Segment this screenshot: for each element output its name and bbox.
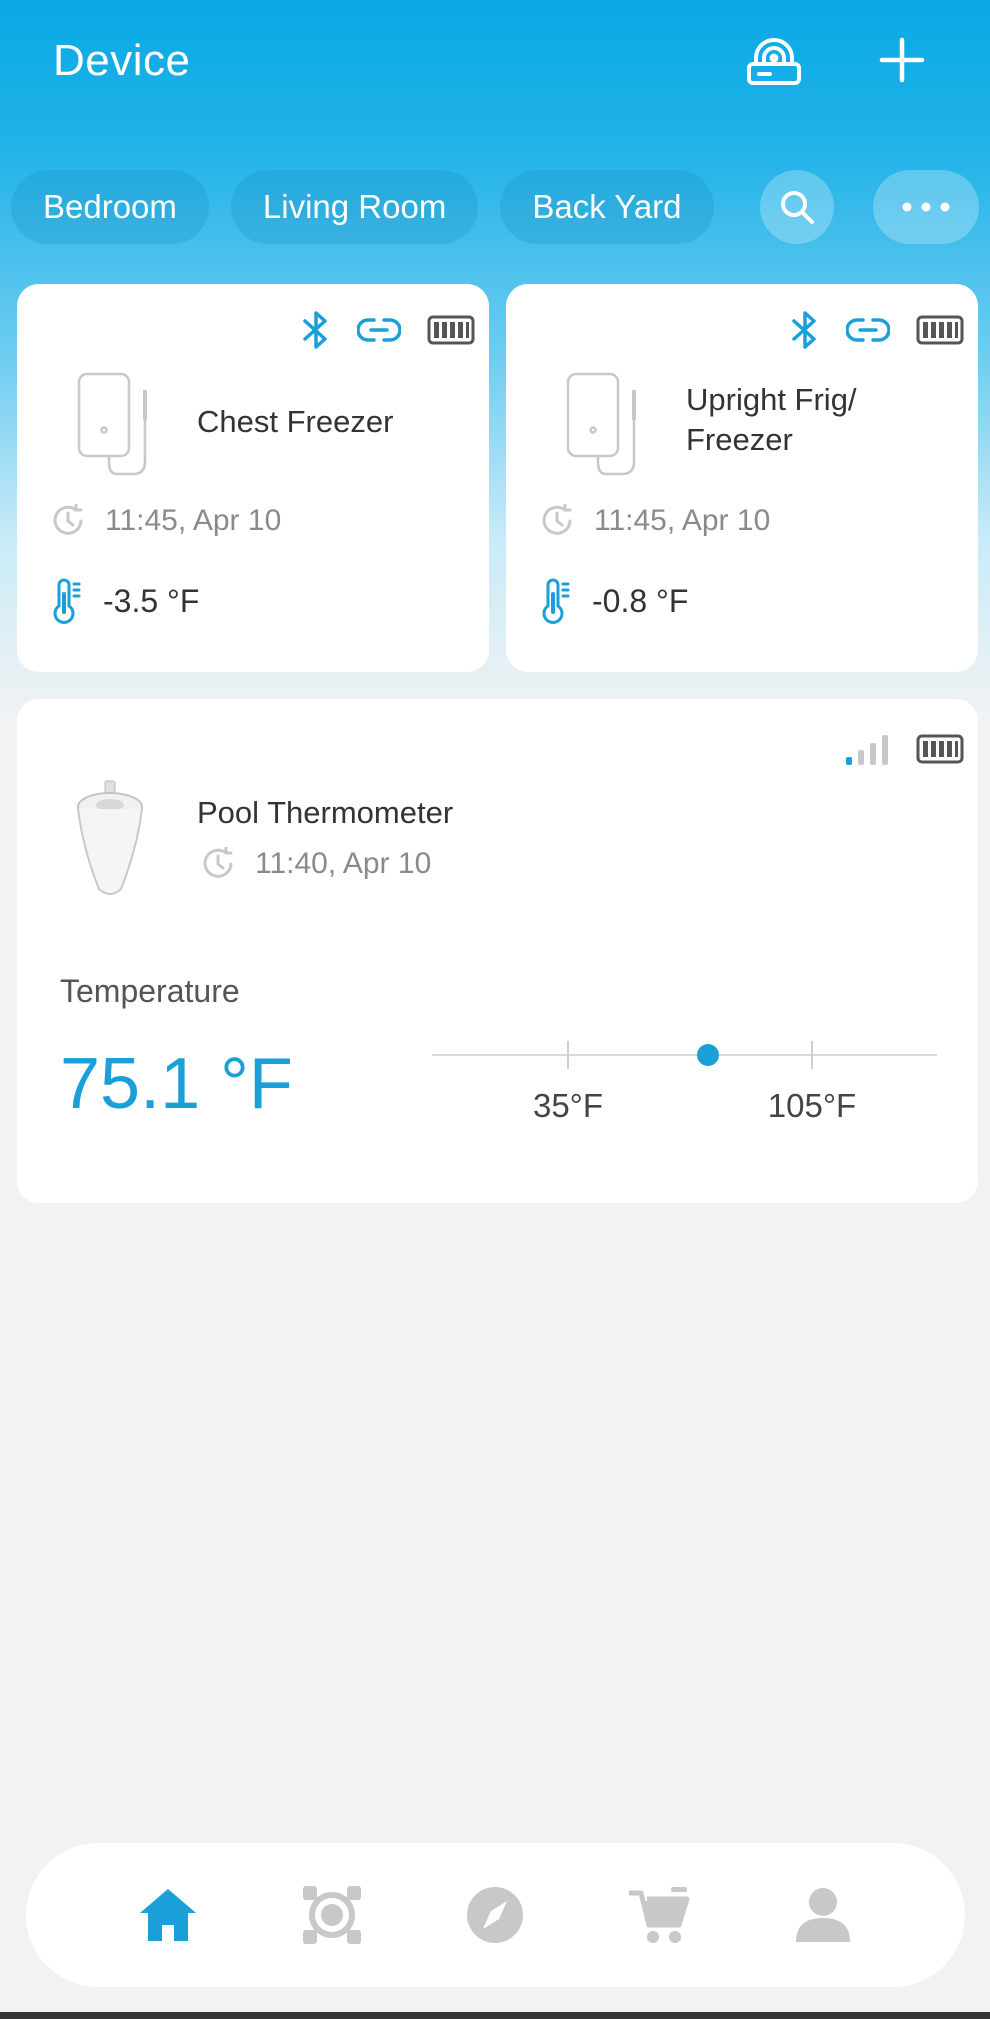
battery-icon [916,733,964,765]
cart-icon [629,1887,690,1943]
device-card-upright-freezer[interactable]: Upright Frig/ Freezer 11:45, Apr 10 -0.8… [506,284,978,672]
temperature-value: 75.1 °F [60,1044,293,1124]
plus-icon [879,37,925,83]
temperature-range: 35°F 105°F [432,1019,952,1139]
sensor-image [564,370,644,485]
bottom-navigation [26,1843,965,1987]
tab-living-room[interactable]: Living Room [230,170,479,244]
device-card-chest-freezer[interactable]: Chest Freezer 11:45, Apr 10 -3.5 °F [17,284,489,672]
profile-icon [796,1888,851,1942]
last-update-time: 11:45, Apr 10 [105,504,282,537]
range-low-tick [567,1041,569,1069]
status-icons [275,310,475,350]
home-icon [139,1889,196,1941]
clock-icon [203,847,233,878]
temperature-row: -0.8 °F [540,578,688,624]
search-icon [781,191,814,224]
tab-bedroom[interactable]: Bedroom [11,170,209,244]
search-button[interactable] [760,170,834,244]
temperature-row: -3.5 °F [51,578,199,624]
range-high-label: 105°F [767,1087,857,1124]
more-dots-icon [902,202,950,212]
last-update-time: 11:40, Apr 10 [255,847,432,880]
device-name-line2: Freezer [686,422,793,457]
tab-back-yard[interactable]: Back Yard [500,170,714,244]
signal-icon [844,733,890,765]
add-device-button[interactable] [862,24,942,96]
device-name: Upright Frig/ Freezer [686,380,857,460]
nav-shop[interactable] [614,1870,704,1960]
battery-icon [916,314,964,346]
status-icons [764,310,964,350]
room-tabs: Bedroom Living Room Back Yard [11,170,736,244]
device-name: Pool Thermometer [197,795,454,830]
last-update-time: 11:45, Apr 10 [594,504,771,537]
bluetooth-icon [301,310,331,350]
range-low-label: 35°F [532,1087,604,1124]
scan-icon [302,1886,361,1944]
device-name-line1: Upright Frig/ [686,382,857,417]
bluetooth-icon [790,310,820,350]
gateway-icon [747,38,801,85]
nav-profile[interactable] [778,1870,868,1960]
gateway-button[interactable] [734,24,814,96]
thermometer-icon [53,578,81,624]
more-button[interactable] [873,170,979,244]
range-high-tick [811,1041,813,1069]
current-reading-marker [696,1044,719,1066]
link-icon [846,315,890,345]
temperature-value: -3.5 °F [103,582,200,619]
clock-icon [53,504,83,535]
temperature-label: Temperature [60,973,240,1009]
link-icon [357,315,401,345]
last-update-row: 11:40, Apr 10 [201,847,431,881]
device-card-pool-thermometer[interactable]: Pool Thermometer 11:40, Apr 10 Temperatu… [17,699,978,1203]
temperature-value: -0.8 °F [592,582,689,619]
discover-icon [467,1887,524,1943]
page-title: Device [53,36,191,85]
battery-icon [427,314,475,346]
nav-scan[interactable] [287,1870,377,1960]
pool-thermometer-image [69,779,153,904]
device-name: Chest Freezer [197,404,394,439]
last-update-row: 11:45, Apr 10 [51,504,281,538]
sensor-image [75,370,155,485]
clock-icon [542,504,572,535]
system-bar [0,2012,990,2019]
thermometer-icon [542,578,570,624]
nav-home[interactable] [123,1870,213,1960]
last-update-row: 11:45, Apr 10 [540,504,770,538]
range-track [432,1054,937,1056]
status-icons [818,733,964,765]
nav-discover[interactable] [450,1870,540,1960]
